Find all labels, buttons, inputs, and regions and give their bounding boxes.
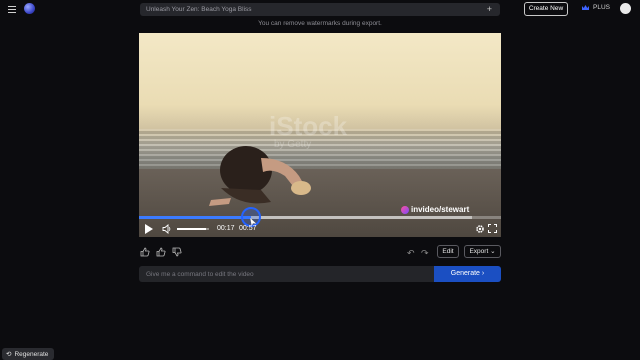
create-new-button[interactable]: Create New [524, 2, 568, 16]
crown-icon [582, 5, 589, 10]
edit-button[interactable]: Edit [437, 245, 459, 258]
duration: 00:57 [239, 225, 257, 232]
chevron-right-icon: › [481, 270, 485, 277]
current-time: 00:17 [217, 225, 235, 232]
plus-icon[interactable]: + [487, 3, 492, 15]
redo-icon[interactable]: ↷ [421, 248, 429, 259]
player-controls: 00:17 00:57 [139, 221, 501, 237]
fullscreen-icon[interactable] [488, 224, 497, 233]
regenerate-button[interactable]: ⟲ Regenerate [2, 348, 54, 360]
refresh-icon: ⟲ [6, 351, 12, 358]
volume-level [177, 228, 206, 230]
volume-icon[interactable] [162, 224, 172, 234]
video-watermark-sub: by Getty [274, 139, 312, 150]
export-label: Export [469, 248, 489, 255]
project-title-bar[interactable]: Unleash Your Zen: Beach Yoga Bliss + [140, 3, 500, 16]
chevron-down-icon: ⌄ [490, 248, 496, 255]
generate-button[interactable]: Generate › [434, 266, 501, 282]
undo-icon[interactable]: ↶ [407, 248, 415, 259]
plan-label: PLUS [593, 4, 610, 11]
progress-played [139, 216, 252, 219]
play-icon[interactable] [145, 224, 153, 234]
creator-icon [401, 205, 409, 214]
export-button[interactable]: Export ⌄ [464, 245, 501, 258]
avatar[interactable] [620, 3, 631, 14]
settings-icon[interactable] [475, 224, 485, 234]
thumbs-down-icon[interactable] [172, 247, 182, 257]
like-icon[interactable] [140, 247, 150, 257]
project-title: Unleash Your Zen: Beach Yoga Bliss [146, 6, 252, 13]
video-player[interactable]: iStock by Getty invideo/stewart 00:17 00… [139, 33, 501, 237]
plan-badge[interactable]: PLUS [582, 4, 610, 11]
menu-icon[interactable] [8, 5, 16, 13]
progress-bar[interactable] [139, 216, 501, 219]
app-logo[interactable] [24, 3, 35, 14]
creator-handle: invideo/stewart [401, 205, 469, 214]
regenerate-label: Regenerate [14, 350, 49, 358]
thumbs-up-icon[interactable] [156, 247, 166, 257]
volume-slider[interactable] [177, 228, 209, 230]
creator-handle-text: invideo/stewart [411, 205, 470, 214]
generate-label: Generate [450, 270, 480, 277]
video-watermark: iStock [269, 111, 348, 141]
command-input[interactable] [139, 266, 435, 282]
watermark-notice: You can remove watermarks during export. [258, 20, 382, 27]
